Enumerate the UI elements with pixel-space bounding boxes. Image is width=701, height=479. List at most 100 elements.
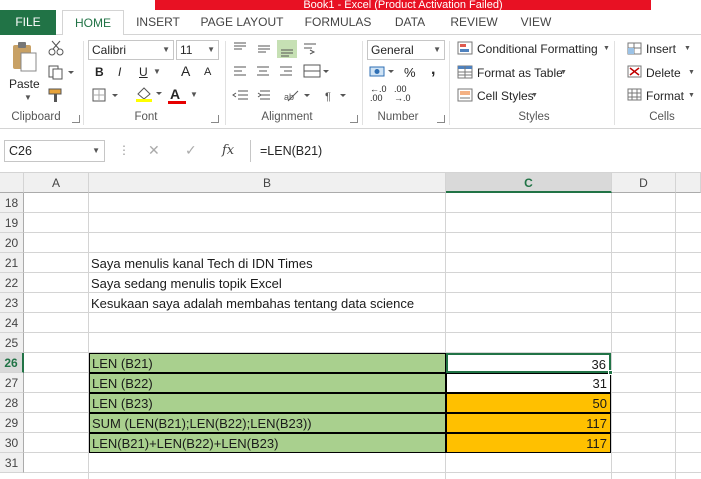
column-header-b[interactable]: B bbox=[89, 173, 446, 193]
group-divider bbox=[225, 41, 226, 125]
cell-b22[interactable]: Saya sedang menulis topik Excel bbox=[89, 274, 446, 294]
comma-style-button[interactable]: , bbox=[431, 61, 435, 79]
tab-view[interactable]: VIEW bbox=[514, 10, 558, 35]
worksheet-grid[interactable]: A B C D 18 19 20 21 22 23 24 25 26 27 28… bbox=[0, 173, 701, 479]
grow-font-button[interactable]: A bbox=[181, 63, 190, 79]
cell-c30[interactable]: 117 bbox=[446, 433, 611, 453]
row-header[interactable]: 20 bbox=[0, 233, 24, 253]
row-header[interactable]: 18 bbox=[0, 193, 24, 213]
paste-button[interactable]: Paste bbox=[9, 77, 40, 91]
insert-cells-icon bbox=[627, 42, 642, 55]
insert-function-icon[interactable]: fx bbox=[222, 143, 234, 158]
bold-button[interactable]: B bbox=[95, 65, 104, 79]
row-header[interactable]: 26 bbox=[0, 353, 24, 373]
decrease-decimal-button[interactable]: .00 →.0 bbox=[394, 85, 411, 103]
font-size-select[interactable]: 11 ▼ bbox=[176, 40, 219, 60]
cut-icon[interactable] bbox=[47, 40, 65, 56]
row-header[interactable]: 31 bbox=[0, 453, 24, 473]
column-header-c[interactable]: C bbox=[446, 173, 612, 193]
chevron-down-icon: ▼ bbox=[684, 45, 691, 52]
more-options-icon[interactable]: ⋮ bbox=[118, 143, 130, 157]
tab-home[interactable]: HOME bbox=[62, 10, 124, 36]
clipboard-launcher-icon[interactable] bbox=[72, 115, 80, 123]
row-header[interactable]: 21 bbox=[0, 253, 24, 273]
enter-icon[interactable]: ✓ bbox=[185, 142, 197, 159]
underline-dropdown-icon[interactable]: ▼ bbox=[153, 67, 161, 76]
row-header[interactable]: 30 bbox=[0, 433, 24, 453]
column-header-e[interactable] bbox=[676, 173, 701, 193]
vertical-align-icons[interactable] bbox=[232, 40, 322, 58]
font-group-label: Font bbox=[134, 111, 158, 123]
copy-icon[interactable] bbox=[47, 64, 75, 80]
cell-b21[interactable]: Saya menulis kanal Tech di IDN Times bbox=[89, 254, 446, 274]
svg-text:¶: ¶ bbox=[325, 91, 331, 103]
window-title: Book1 - Excel (Product Activation Failed… bbox=[303, 0, 503, 10]
row-header[interactable]: 29 bbox=[0, 413, 24, 433]
fill-handle[interactable] bbox=[608, 370, 613, 375]
tab-formulas[interactable]: FORMULAS bbox=[300, 10, 376, 35]
row-header[interactable]: 27 bbox=[0, 373, 24, 393]
percent-style-button[interactable]: % bbox=[404, 65, 416, 80]
formula-input[interactable]: =LEN(B21) bbox=[260, 140, 322, 162]
cell-b27[interactable]: LEN (B22) bbox=[89, 373, 446, 393]
borders-icon[interactable] bbox=[92, 87, 122, 103]
select-all-corner[interactable] bbox=[0, 173, 24, 193]
indent-orientation-icons[interactable]: ab ¶ bbox=[232, 87, 352, 105]
insert-cells-button[interactable]: Insert bbox=[646, 42, 676, 56]
number-launcher-icon[interactable] bbox=[437, 115, 445, 123]
underline-button[interactable]: U bbox=[139, 65, 148, 79]
font-name-select[interactable]: Calibri ▼ bbox=[88, 40, 174, 60]
cell-b28[interactable]: LEN (B23) bbox=[89, 393, 446, 413]
group-divider bbox=[614, 41, 615, 125]
column-header-a[interactable]: A bbox=[24, 173, 89, 193]
font-color-dropdown-icon[interactable]: ▼ bbox=[190, 90, 198, 99]
title-bar-banner: Book1 - Excel (Product Activation Failed… bbox=[155, 0, 651, 10]
format-cells-button[interactable]: Format bbox=[646, 89, 684, 103]
format-as-table-button[interactable]: Format as Table bbox=[477, 66, 563, 80]
fill-color-icon[interactable] bbox=[134, 85, 164, 103]
row-header[interactable]: 23 bbox=[0, 293, 24, 313]
row-header[interactable]: 19 bbox=[0, 213, 24, 233]
cell-b30[interactable]: LEN(B21)+LEN(B22)+LEN(B23) bbox=[89, 433, 446, 453]
cell-styles-button[interactable]: Cell Styles bbox=[477, 89, 534, 103]
cell-b26[interactable]: LEN (B21) bbox=[89, 353, 446, 373]
row-header[interactable]: 25 bbox=[0, 333, 24, 353]
delete-cells-button[interactable]: Delete bbox=[646, 66, 681, 80]
conditional-formatting-button[interactable]: Conditional Formatting bbox=[477, 42, 598, 56]
gridline bbox=[24, 232, 701, 233]
column-header-d[interactable]: D bbox=[612, 173, 676, 193]
paste-dropdown-icon[interactable]: ▼ bbox=[24, 93, 32, 102]
cell-c28[interactable]: 50 bbox=[446, 393, 611, 413]
cell-c27[interactable]: 31 bbox=[446, 373, 611, 393]
gridline bbox=[24, 212, 701, 213]
tab-page-layout[interactable]: PAGE LAYOUT bbox=[196, 10, 288, 35]
chevron-down-icon: ▼ bbox=[162, 45, 170, 54]
cell-c29[interactable]: 117 bbox=[446, 413, 611, 433]
tab-insert[interactable]: INSERT bbox=[132, 10, 184, 35]
cancel-icon[interactable]: ✕ bbox=[148, 142, 160, 159]
font-launcher-icon[interactable] bbox=[211, 115, 219, 123]
accounting-format-icon[interactable] bbox=[369, 64, 399, 80]
paste-icon[interactable] bbox=[10, 41, 38, 73]
title-bar: Book1 - Excel (Product Activation Failed… bbox=[0, 0, 701, 10]
row-header[interactable]: 28 bbox=[0, 393, 24, 413]
number-format-select[interactable]: General ▼ bbox=[367, 40, 445, 60]
name-box-value: C26 bbox=[9, 144, 32, 158]
horizontal-align-icons[interactable] bbox=[232, 63, 332, 81]
increase-decimal-button[interactable]: ←.0 .00 bbox=[370, 85, 387, 103]
italic-button[interactable]: I bbox=[118, 65, 121, 79]
shrink-font-button[interactable]: A bbox=[204, 66, 211, 78]
tab-file[interactable]: FILE bbox=[0, 10, 56, 35]
name-box[interactable]: C26 ▼ bbox=[4, 140, 105, 162]
cells-group-label: Cells bbox=[649, 111, 675, 123]
row-header[interactable]: 22 bbox=[0, 273, 24, 293]
tab-review[interactable]: REVIEW bbox=[444, 10, 504, 35]
cell-b23[interactable]: Kesukaan saya adalah membahas tentang da… bbox=[89, 294, 446, 314]
tab-data[interactable]: DATA bbox=[388, 10, 432, 35]
cell-b29[interactable]: SUM (LEN(B21);LEN(B22);LEN(B23)) bbox=[89, 413, 446, 433]
cell-c26[interactable]: 36 bbox=[446, 353, 611, 373]
font-color-button[interactable]: A bbox=[170, 86, 180, 102]
alignment-launcher-icon[interactable] bbox=[350, 115, 358, 123]
format-painter-icon[interactable] bbox=[47, 87, 65, 103]
row-header[interactable]: 24 bbox=[0, 313, 24, 333]
